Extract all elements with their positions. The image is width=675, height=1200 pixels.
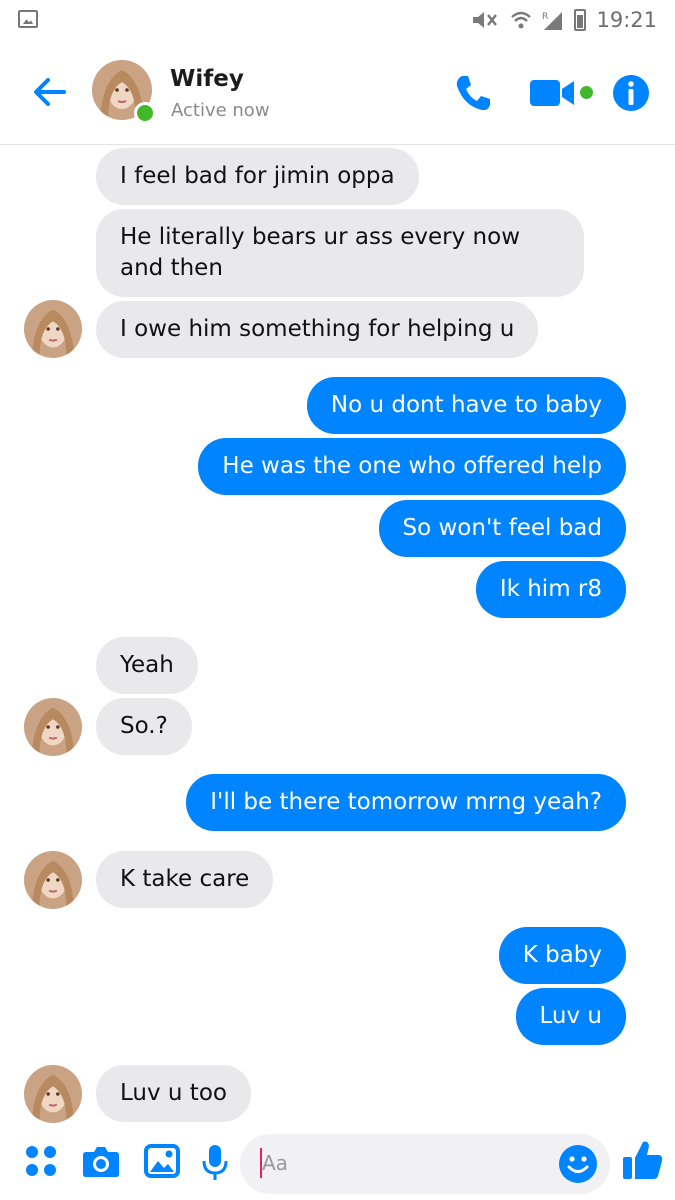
- microphone-icon[interactable]: [202, 1144, 228, 1182]
- mute-icon: [473, 12, 498, 28]
- message-bubble-outgoing[interactable]: I'll be there tomorrow mrng yeah?: [186, 774, 626, 831]
- message-bubble-outgoing[interactable]: Luv u: [515, 988, 626, 1045]
- message-bubble-incoming[interactable]: So.?: [96, 698, 192, 755]
- signal-roaming-label: R: [542, 12, 548, 22]
- thumbs-up-icon[interactable]: [622, 1138, 664, 1182]
- message-bubble-outgoing[interactable]: K baby: [498, 927, 626, 984]
- message-input-placeholder: Aa: [262, 1151, 288, 1175]
- message-bubble-incoming[interactable]: Yeah: [96, 637, 198, 694]
- wifi-icon: [511, 11, 532, 29]
- message-bubble-incoming[interactable]: Luv u too: [96, 1065, 251, 1122]
- video-camera-icon[interactable]: [528, 76, 578, 110]
- back-arrow-icon[interactable]: [30, 72, 70, 112]
- camera-icon[interactable]: [82, 1144, 120, 1178]
- online-indicator: [134, 102, 156, 124]
- contact-name[interactable]: Wifey: [170, 66, 244, 92]
- conversation-header: Wifey Active now: [0, 40, 675, 145]
- signal-icon: R: [542, 12, 563, 30]
- status-icons: R 19:21: [470, 6, 657, 34]
- phone-icon[interactable]: [452, 72, 494, 114]
- message-bubble-incoming[interactable]: K take care: [96, 851, 274, 908]
- status-time: 19:21: [596, 8, 657, 32]
- message-bubble-incoming[interactable]: I owe him something for helping u: [96, 301, 539, 358]
- message-bubble-outgoing[interactable]: So won't feel bad: [378, 500, 626, 557]
- message-bubble-outgoing[interactable]: He was the one who offered help: [198, 438, 626, 495]
- apps-icon[interactable]: [24, 1144, 58, 1178]
- contact-avatar-small: [24, 300, 82, 358]
- contact-avatar-small: [24, 851, 82, 909]
- video-active-dot: [580, 86, 593, 99]
- battery-icon: [574, 9, 587, 31]
- gallery-icon[interactable]: [144, 1144, 180, 1178]
- message-bubble-incoming[interactable]: I feel bad for jimin oppa: [96, 148, 419, 205]
- gallery-notification-icon: [18, 10, 38, 28]
- emoji-icon[interactable]: [558, 1144, 598, 1184]
- message-composer: Aa: [0, 1130, 675, 1200]
- message-input[interactable]: Aa: [240, 1134, 610, 1194]
- status-bar: R 19:21: [0, 0, 675, 40]
- message-line: He literally bears ur ass every now: [120, 224, 521, 250]
- contact-avatar-small: [24, 698, 82, 756]
- info-icon[interactable]: [612, 74, 650, 112]
- message-bubble-outgoing[interactable]: Ik him r8: [475, 561, 626, 618]
- contact-active-status: Active now: [171, 100, 270, 121]
- message-bubble-outgoing[interactable]: No u dont have to baby: [306, 377, 626, 434]
- message-bubble-incoming[interactable]: He literally bears ur ass every now and …: [96, 209, 584, 297]
- contact-avatar-small: [24, 1065, 82, 1123]
- message-line: and then: [120, 255, 223, 281]
- contact-avatar[interactable]: [92, 60, 156, 124]
